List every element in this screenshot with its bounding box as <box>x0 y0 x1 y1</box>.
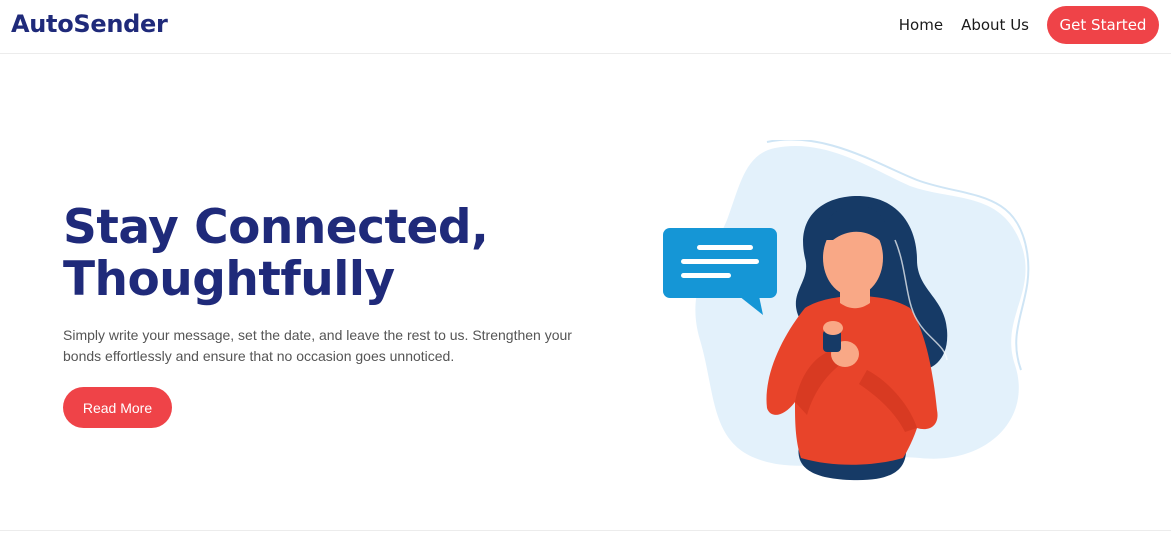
hero-description: Simply write your message, set the date,… <box>63 327 572 364</box>
top-navbar: AutoSender Home About Us Get Started <box>0 0 1171 54</box>
woman-with-phone-illustration <box>663 140 1030 481</box>
nav-link-about[interactable]: About Us <box>961 16 1029 34</box>
hero-title-line-1: Stay Connected, <box>63 200 489 255</box>
section-divider <box>0 530 1171 531</box>
hero-title: Stay Connected, Thoughtfully <box>63 202 623 306</box>
get-started-button[interactable]: Get Started <box>1047 6 1159 44</box>
read-more-button[interactable]: Read More <box>63 387 172 428</box>
nav-link-home[interactable]: Home <box>899 16 943 34</box>
hero-title-line-2: Thoughtfully <box>63 252 395 307</box>
nav-links: Home About Us Get Started <box>899 6 1159 44</box>
hand-fingers <box>823 321 843 335</box>
brand-logo[interactable]: AutoSender <box>11 10 168 38</box>
